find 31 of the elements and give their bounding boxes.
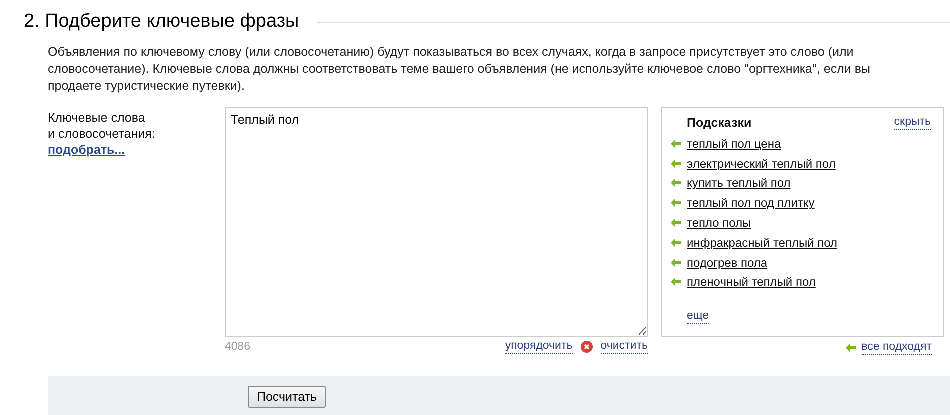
more-link[interactable]: еще: [687, 310, 710, 324]
calculate-button[interactable]: Посчитать: [248, 386, 326, 408]
all-fit-link[interactable]: все подходят: [862, 341, 932, 355]
hints-title: Подсказки: [687, 116, 752, 130]
clear-icon[interactable]: [580, 341, 593, 353]
hint-link[interactable]: подогрев пола: [687, 256, 768, 270]
left-arrow-icon: [671, 160, 681, 168]
left-arrow-icon: [671, 219, 681, 228]
description-text: Объявления по ключевому слову (или словосочетанию) будут показываться во всех случаях, когда в запросе присутствует это слово (или словосочетание). Ключевые слова должны соответствовать теме вашего объявления (не используйте ключевое слово "оргтехника", если вы продаете туристические путевки).: [48, 44, 872, 95]
hint-link[interactable]: электрический теплый пол: [687, 156, 836, 171]
left-arrow-icon: [671, 179, 681, 188]
left-arrow-icon: [671, 238, 681, 247]
hint-link[interactable]: инфракрасный теплый пол: [687, 236, 838, 250]
left-arrow-icon: [671, 278, 681, 286]
keywords-label: Ключевые слова и словосочетания:: [48, 110, 156, 142]
hide-link[interactable]: скрыть: [894, 116, 931, 130]
clear-link[interactable]: очистить: [600, 340, 648, 354]
left-arrow-icon: [671, 140, 681, 148]
keywords-field[interactable]: Теплый пол: [225, 107, 648, 337]
section-heading: 2. Подберите ключевые фразы: [24, 11, 300, 33]
left-arrow-icon: [671, 199, 681, 208]
hint-link[interactable]: теплый пол цена: [687, 136, 782, 151]
left-arrow-icon: [671, 258, 681, 267]
hint-link[interactable]: теплый пол под плитку: [687, 196, 815, 210]
sort-link[interactable]: упорядочить: [505, 340, 573, 354]
left-arrow-icon: [846, 344, 856, 352]
character-counter: 4086: [225, 341, 251, 353]
pick-link[interactable]: подобрать...: [48, 142, 126, 158]
hint-link[interactable]: тепло полы: [687, 216, 752, 230]
hint-link[interactable]: купить теплый пол: [687, 176, 791, 190]
hint-link[interactable]: пленочный теплый пол: [687, 275, 816, 290]
